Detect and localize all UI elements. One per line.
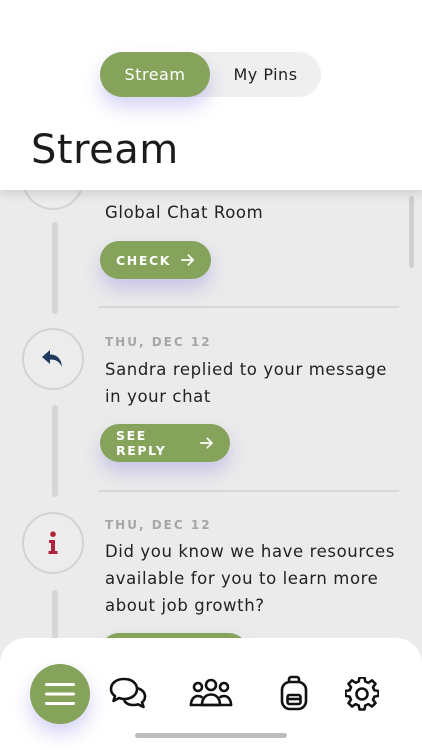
home-indicator	[135, 733, 287, 738]
menu-button[interactable]	[30, 664, 90, 724]
tab-my-pins[interactable]: My Pins	[210, 52, 321, 97]
timeline-line	[52, 222, 58, 314]
stream-divider	[98, 306, 399, 308]
stream-divider	[98, 490, 399, 492]
tab-stream[interactable]: Stream	[100, 52, 210, 97]
info-icon	[48, 531, 58, 554]
stream-pins-toggle: Stream My Pins	[100, 52, 321, 97]
timeline-line	[52, 405, 58, 497]
check-button-label: CHECK	[116, 252, 172, 268]
gear-icon[interactable]	[345, 677, 379, 711]
header: Stream My Pins Stream	[0, 0, 422, 190]
chat-icon[interactable]	[108, 676, 148, 710]
timeline-node	[22, 512, 84, 574]
page-title: Stream	[31, 127, 179, 173]
timeline-node	[22, 328, 84, 390]
reply-icon	[42, 350, 62, 367]
stream-item-message: Did you know we have resources available…	[105, 542, 395, 615]
check-button[interactable]: CHECK	[100, 241, 211, 279]
stream-item-date: THU, DEC 12	[105, 335, 212, 349]
scrollbar[interactable]	[409, 196, 414, 268]
stream-item-date: THU, DEC 12	[105, 518, 212, 532]
group-icon[interactable]	[189, 676, 233, 708]
arrow-right-icon	[200, 437, 214, 449]
see-reply-button-label: SEE REPLY	[116, 428, 167, 458]
stream-item-message: Global Chat Room	[105, 203, 264, 222]
see-reply-button[interactable]: SEE REPLY	[100, 424, 230, 462]
backpack-icon[interactable]	[279, 675, 309, 711]
arrow-right-icon	[181, 254, 195, 266]
stream-item-message: Sandra replied to your message in your c…	[105, 360, 388, 406]
menu-icon	[45, 683, 75, 705]
